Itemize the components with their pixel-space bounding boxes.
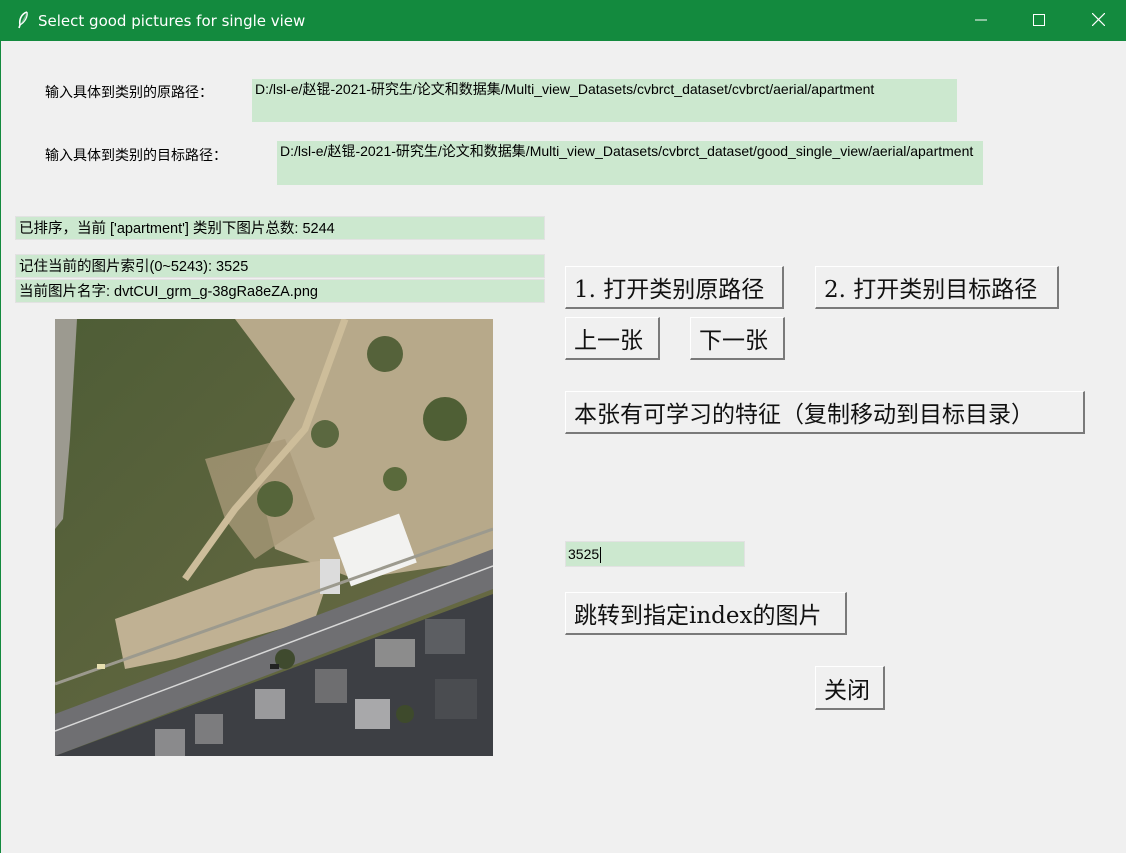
prev-button[interactable]: 上一张: [565, 317, 660, 360]
open-source-button[interactable]: 1. 打开类别原路径: [565, 266, 784, 309]
title-bar[interactable]: Select good pictures for single view: [1, 0, 1126, 41]
close-icon: [1091, 11, 1105, 30]
target-path-field[interactable]: D:/lsl-e/赵锟-2021-研究生/论文和数据集/Multi_view_D…: [277, 141, 983, 185]
close-window-button[interactable]: [1069, 0, 1126, 41]
feather-icon: [15, 11, 31, 29]
text-cursor: [600, 547, 602, 564]
next-button[interactable]: 下一张: [690, 317, 785, 360]
minimize-button[interactable]: [952, 0, 1010, 41]
source-path-label: 输入具体到类别的原路径：: [45, 85, 213, 101]
current-name-text: 当前图片名字: dvtCUI_grm_g-38gRa8eZA.png: [15, 279, 545, 303]
target-path-label: 输入具体到类别的目标路径：: [45, 148, 227, 164]
keep-image-button[interactable]: 本张有可学习的特征（复制移动到目标目录）: [565, 391, 1085, 434]
open-target-button[interactable]: 2. 打开类别目标路径: [815, 266, 1059, 309]
app-window: Select good pictures for single view 输入具…: [0, 0, 1126, 853]
maximize-icon: [1033, 11, 1045, 30]
minimize-icon: [975, 11, 987, 30]
close-button[interactable]: 关闭: [815, 666, 885, 710]
current-index-text: 记住当前的图片索引(0~5243): 3525: [15, 254, 545, 278]
maximize-button[interactable]: [1010, 0, 1068, 41]
jump-button[interactable]: 跳转到指定index的图片: [565, 592, 847, 635]
jump-index-input[interactable]: 3525: [565, 541, 745, 567]
window-title: Select good pictures for single view: [38, 12, 306, 30]
aerial-image: [55, 319, 493, 756]
jump-index-value: 3525: [568, 546, 600, 562]
source-path-field[interactable]: D:/lsl-e/赵锟-2021-研究生/论文和数据集/Multi_view_D…: [252, 79, 957, 122]
total-count-text: 已排序，当前 ['apartment'] 类别下图片总数: 5244: [15, 216, 545, 240]
